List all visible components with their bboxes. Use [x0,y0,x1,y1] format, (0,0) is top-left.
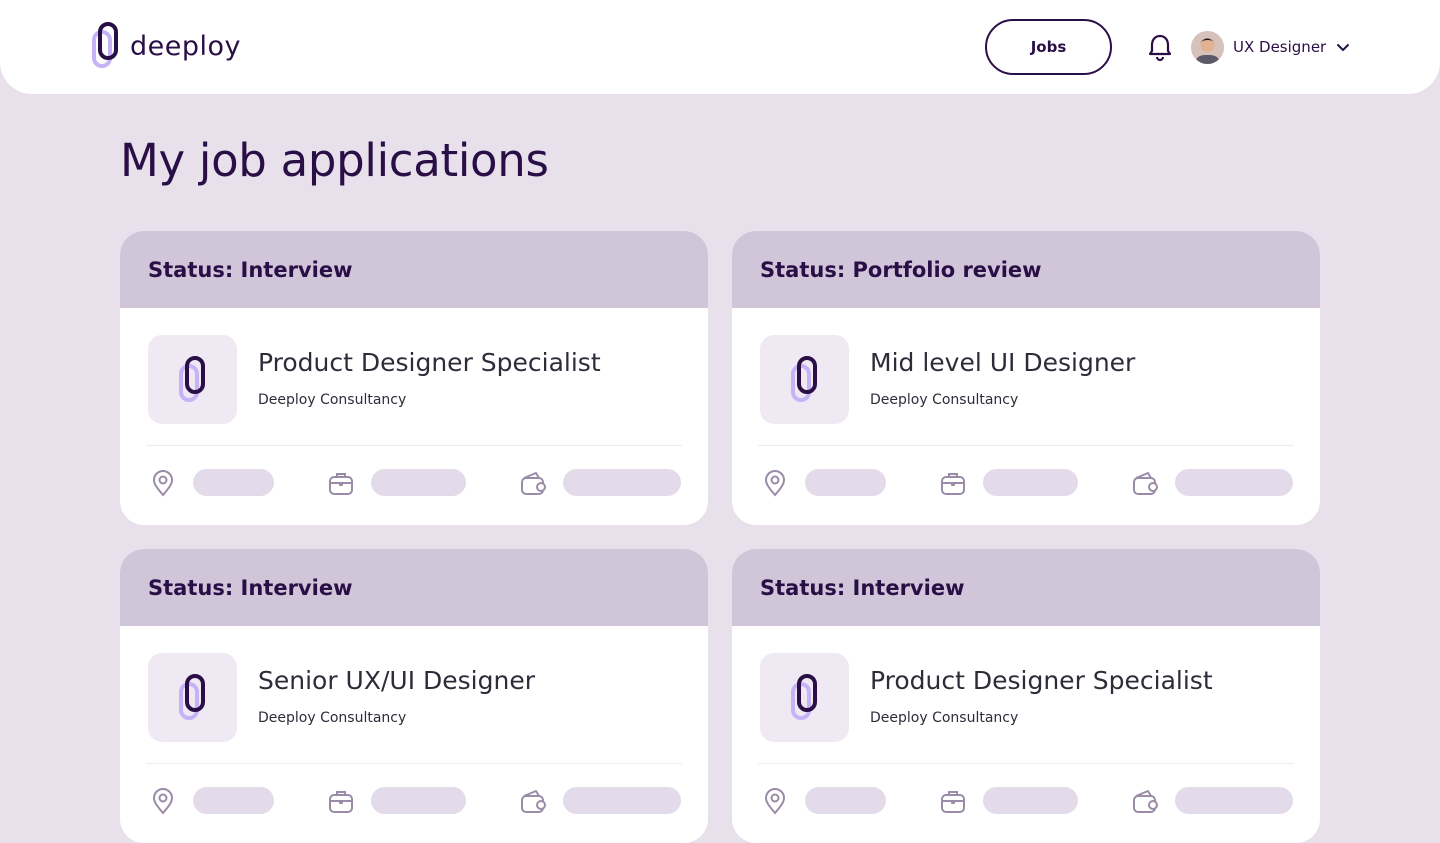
jobs-button[interactable]: Jobs [985,19,1112,75]
company-logo [148,653,237,742]
deeploy-logo-icon [92,22,118,68]
job-title[interactable]: Senior UX/UI Designer [258,666,535,695]
job-type-placeholder [371,469,466,496]
company-name: Deeploy Consultancy [258,392,407,408]
briefcase-icon [941,473,965,495]
salary-placeholder [1175,787,1293,814]
salary-placeholder [1175,469,1293,496]
brand-logo[interactable]: deeploy [86,22,241,70]
briefcase-icon [941,791,965,813]
application-card[interactable]: Status: Portfolio review Mid level UI De… [732,231,1320,525]
avatar [1191,30,1224,64]
job-type-placeholder [983,469,1078,496]
company-name: Deeploy Consultancy [870,392,1019,408]
application-card[interactable]: Status: Interview Product Designer Speci… [120,231,708,525]
location-pin-icon [152,470,174,497]
divider [146,763,682,764]
page-title: My job applications [120,134,549,187]
location-placeholder [805,787,886,814]
profile-name: UX Designer [1233,38,1327,56]
deeploy-logo-icon [178,673,205,720]
briefcase-icon [329,473,353,495]
divider [758,445,1294,446]
job-title[interactable]: Product Designer Specialist [258,348,601,377]
job-title[interactable]: Mid level UI Designer [870,348,1135,377]
location-placeholder [193,787,274,814]
location-placeholder [805,469,886,496]
deeploy-logo-icon [790,355,817,402]
status-badge: Status: Interview [120,231,708,308]
location-pin-icon [764,470,786,497]
briefcase-icon [329,791,353,813]
wallet-icon [521,790,546,813]
application-card[interactable]: Status: Interview Senior UX/UI Designer … [120,549,708,843]
company-logo [760,335,849,424]
deeploy-logo-icon [178,355,205,402]
wallet-icon [1133,472,1158,495]
status-badge: Status: Interview [120,549,708,626]
location-pin-icon [152,788,174,815]
status-badge: Status: Portfolio review [732,231,1320,308]
wallet-icon [521,472,546,495]
company-name: Deeploy Consultancy [258,710,407,726]
divider [758,763,1294,764]
application-card[interactable]: Status: Interview Product Designer Speci… [732,549,1320,843]
divider [146,445,682,446]
chevron-down-icon[interactable] [1335,39,1351,55]
job-type-placeholder [983,787,1078,814]
location-placeholder [193,469,274,496]
company-logo [760,653,849,742]
job-type-placeholder [371,787,466,814]
salary-placeholder [563,469,681,496]
salary-placeholder [563,787,681,814]
location-pin-icon [764,788,786,815]
profile-menu[interactable]: UX Designer [1191,30,1351,64]
top-navbar: deeploy Jobs UX Designer [0,0,1440,94]
wallet-icon [1133,790,1158,813]
company-logo [148,335,237,424]
status-badge: Status: Interview [732,549,1320,626]
deeploy-logo-icon [790,673,817,720]
job-title[interactable]: Product Designer Specialist [870,666,1213,695]
bell-icon[interactable] [1144,31,1176,63]
company-name: Deeploy Consultancy [870,710,1019,726]
brand-name: deeploy [130,30,241,62]
